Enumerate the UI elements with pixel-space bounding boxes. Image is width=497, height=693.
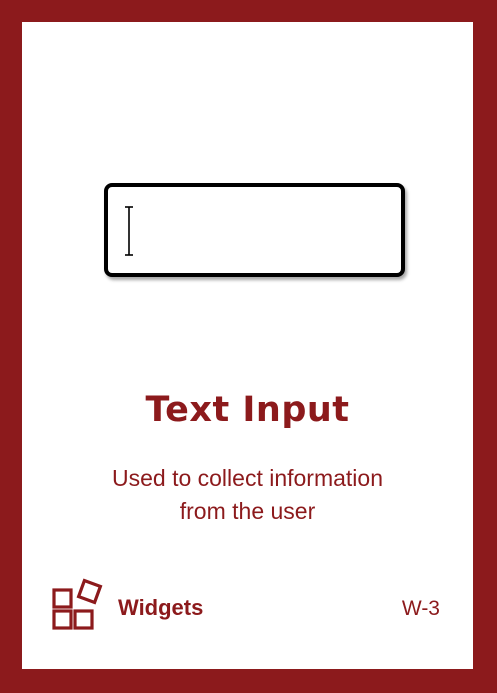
- description-line-2: from the user: [179, 498, 316, 524]
- category-label: Widgets: [118, 595, 204, 620]
- card-code: W-3: [401, 597, 440, 620]
- card-title: Text Input: [145, 390, 350, 430]
- text-cursor-icon: [125, 206, 133, 256]
- text-input-illustration: [104, 183, 405, 277]
- card-content: Text Input Used to collect information f…: [22, 22, 473, 669]
- description-line-1: Used to collect information: [111, 465, 383, 491]
- card-description: Used to collect information from the use…: [22, 462, 473, 528]
- widgets-icon: [52, 578, 103, 630]
- widget-card: Text Input Used to collect information f…: [0, 0, 497, 693]
